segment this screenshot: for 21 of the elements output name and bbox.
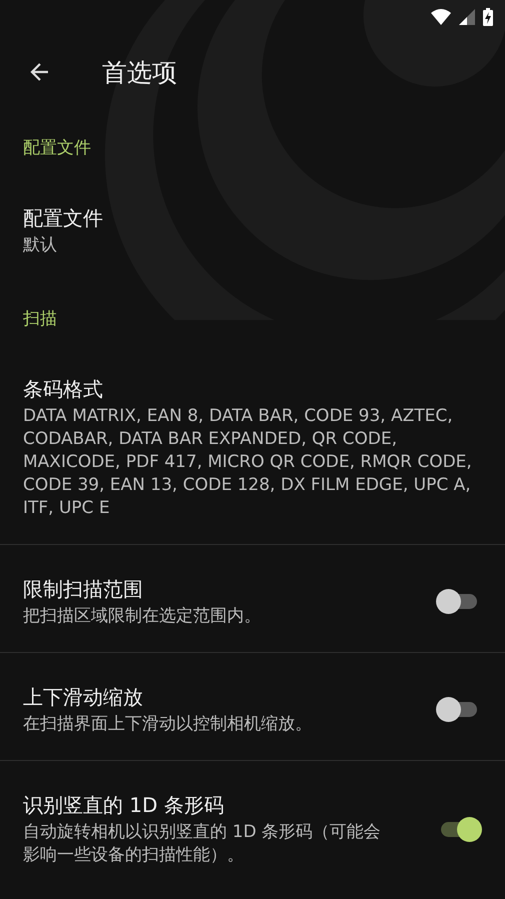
battery-charging-icon <box>483 8 493 26</box>
preference-item[interactable]: 上下滑动缩放 在扫描界面上下滑动以控制相机缩放。 <box>0 652 505 760</box>
wifi-icon <box>431 9 451 25</box>
section-header: 配置文件 <box>22 137 92 160</box>
preference-title: 识别竖直的 1D 条形码 <box>23 792 225 819</box>
preference-title: 条码格式 <box>23 376 104 403</box>
preference-summary: DATA MATRIX, EAN 8, DATA BAR, CODE 93, AZTEC, CODABAR, DATA BAR EXPANDED, QR CODE, MAXICODE, PDF 417, MICRO QR CODE, RMQR CODE, CODE 39, EAN 13, CODE 128, DX FILM EDGE, UPC A, ITF, UPC E <box>23 405 473 520</box>
preference-item[interactable]: 限制扫描范围 把扫描区域限制在选定范围内。 <box>0 544 505 652</box>
preference-summary: 在扫描界面上下滑动以控制相机缩放。 <box>23 713 313 736</box>
preference-summary: 把扫描区域限制在选定范围内。 <box>23 605 262 628</box>
preference-item[interactable]: 识别竖直的 1D 条形码 自动旋转相机以识别竖直的 1D 条形码（可能会影响一些设备的扫描性能）。 <box>0 760 505 891</box>
preference-title: 配置文件 <box>23 205 104 232</box>
preference-summary: 自动旋转相机以识别竖直的 1D 条形码（可能会影响一些设备的扫描性能）。 <box>23 821 382 867</box>
preference-summary: 默认 <box>23 234 58 257</box>
section-header: 扫描 <box>22 308 58 331</box>
preference-item[interactable]: 条码格式 DATA MATRIX, EAN 8, DATA BAR, CODE 93, AZTEC, CODABAR, DATA BAR EXPANDED, QR CODE, MAXICODE, PDF 417, MICRO QR CODE, RMQR CODE, CODE 39, EAN 13, CODE 128, DX FILM EDGE, UPC A, ITF, UPC E <box>0 345 505 544</box>
cellular-signal-icon <box>459 9 475 25</box>
preference-title: 限制扫描范围 <box>23 576 144 603</box>
preference-title: 上下滑动缩放 <box>23 684 144 711</box>
page-title: 首选项 <box>102 56 177 88</box>
preference-item[interactable]: 配置文件 默认 <box>0 174 505 281</box>
